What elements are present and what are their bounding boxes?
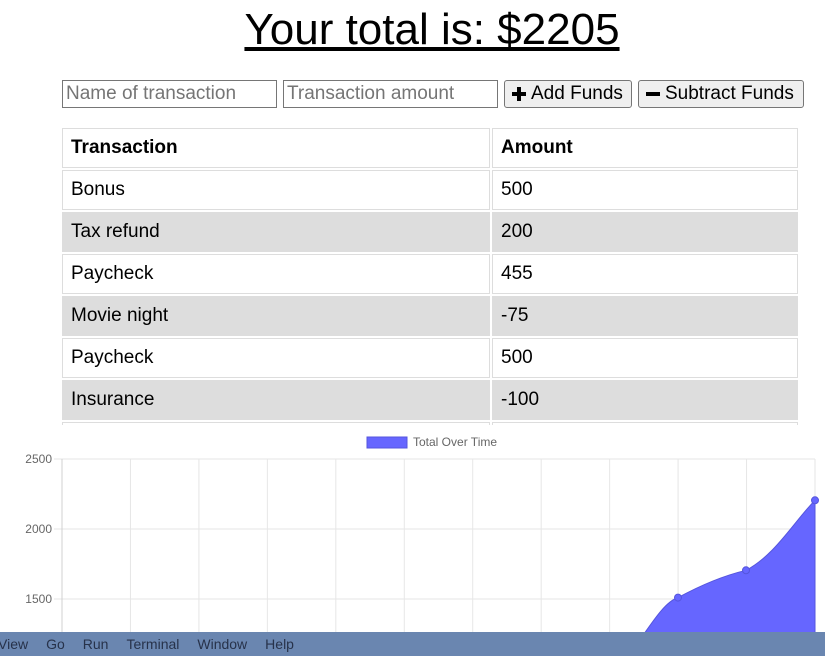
add-funds-label: Add Funds [531, 83, 623, 104]
menu-item-help[interactable]: Help [265, 636, 294, 652]
y-tick-label: 1500 [25, 592, 52, 606]
column-header-amount: Amount [492, 128, 798, 168]
transaction-amount-cell: 200 [492, 212, 798, 252]
editor-menubar: View Go Run Terminal Window Help [0, 632, 825, 656]
transaction-name-cell: Bonus [62, 170, 490, 210]
minus-icon [645, 86, 661, 102]
budget-app: Your total is: $2205 Add Funds Subtract … [0, 0, 825, 656]
series-area [642, 499, 816, 635]
table-row: Insurance -100 [62, 380, 798, 420]
total-heading: Your total is: $2205 [244, 5, 620, 54]
table-row: Paycheck 500 [62, 338, 798, 378]
subtract-funds-label: Subtract Funds [665, 83, 794, 104]
legend-swatch [366, 436, 408, 449]
transactions-table: Transaction Amount Bonus 500 Tax refund … [62, 128, 800, 425]
table-row: Bonus 500 [62, 170, 798, 210]
column-header-transaction: Transaction [62, 128, 490, 168]
menu-item-view[interactable]: View [0, 636, 28, 652]
legend-label: Total Over Time [413, 435, 497, 449]
transaction-amount-cell: -100 [492, 380, 798, 420]
transaction-name-input[interactable] [62, 80, 277, 108]
data-point [811, 496, 819, 505]
menu-item-terminal[interactable]: Terminal [126, 636, 179, 652]
data-point [674, 593, 682, 602]
data-point [742, 566, 750, 575]
y-tick-label: 2500 [25, 452, 52, 466]
transaction-name-cell: Insurance [62, 380, 490, 420]
transaction-amount-cell: -75 [492, 296, 798, 336]
transaction-amount-input[interactable] [283, 80, 498, 108]
table-row: Tax refund 200 [62, 212, 798, 252]
transaction-amount-cell: 500 [492, 338, 798, 378]
transaction-amount-cell: 455 [492, 254, 798, 294]
y-tick-label: 2000 [25, 522, 52, 536]
total-over-time-chart: 2500 2000 1500 Total Over Time [0, 425, 825, 635]
add-funds-button[interactable]: Add Funds [504, 80, 632, 108]
plus-icon [511, 86, 527, 102]
table-row: Paycheck 455 [62, 254, 798, 294]
table-header-row: Transaction Amount [62, 128, 798, 168]
subtract-funds-button[interactable]: Subtract Funds [638, 80, 804, 108]
transaction-amount-cell: 500 [492, 170, 798, 210]
menu-item-go[interactable]: Go [46, 636, 65, 652]
transaction-name-cell: Paycheck [62, 338, 490, 378]
transaction-name-cell: Paycheck [62, 254, 490, 294]
transaction-form: Add Funds Subtract Funds [62, 80, 804, 108]
transaction-name-cell: Movie night [62, 296, 490, 336]
transaction-name-cell: Tax refund [62, 212, 490, 252]
table-row: Movie night -75 [62, 296, 798, 336]
chart-canvas: 2500 2000 1500 Total Over Time [25, 435, 819, 635]
menu-item-window[interactable]: Window [197, 636, 247, 652]
transactions-table-container[interactable]: Transaction Amount Bonus 500 Tax refund … [62, 128, 802, 425]
menu-item-run[interactable]: Run [83, 636, 109, 652]
